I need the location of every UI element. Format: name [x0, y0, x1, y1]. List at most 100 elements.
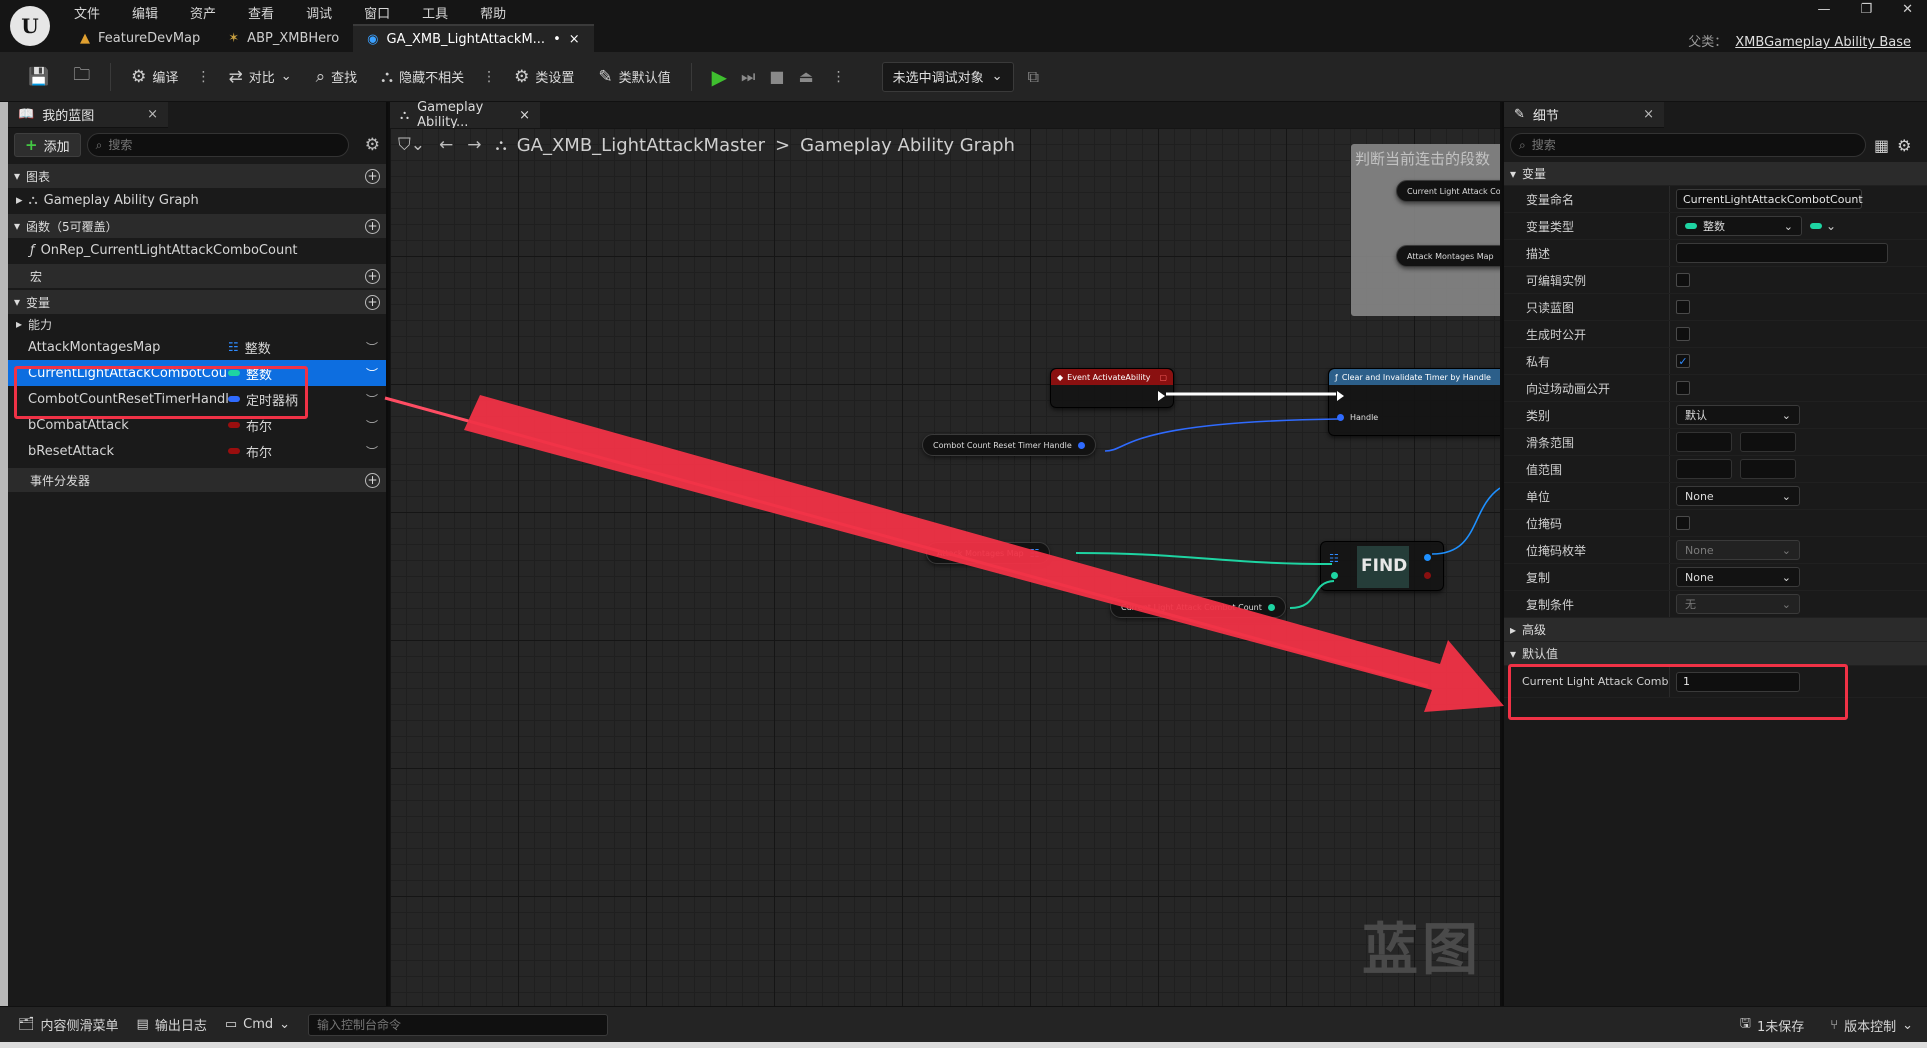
section-event-dispatchers[interactable]: 事件分发器 + — [8, 468, 386, 492]
cmd-selector[interactable]: ▭ Cmd ⌄ — [225, 1017, 290, 1032]
doc-tab-ga-lightattack[interactable]: ◉ GA_XMB_LightAttackM... • × — [353, 24, 594, 52]
class-defaults-button[interactable]: ✎ 类默认值 — [588, 60, 680, 94]
doc-tab-abp-xmbhero[interactable]: ✶ ABP_XMBHero — [214, 24, 353, 52]
instance-editable-checkbox[interactable] — [1676, 273, 1690, 287]
play-options-icon[interactable]: ⋮ — [828, 69, 850, 85]
menu-tools[interactable]: 工具 — [422, 3, 448, 22]
debug-target-select[interactable]: 未选中调试对象 ⌄ — [881, 61, 1014, 92]
output-log-button[interactable]: ▤ 输出日志 — [137, 1015, 207, 1034]
blueprint-graph[interactable]: ⛉⌄ ← → ⛬ GA_XMB_LightAttackMaster > Game… — [390, 128, 1500, 1006]
variable-node[interactable]: Attack Montages Map ☷ — [926, 542, 1051, 564]
variable-row[interactable]: AttackMontagesMap ☷ 整数 ︶ — [8, 334, 386, 360]
section-variable[interactable]: ▾ 变量 — [1504, 162, 1927, 186]
bitmask-enum-dropdown[interactable]: None ⌄ — [1676, 540, 1800, 560]
menu-edit[interactable]: 编辑 — [132, 3, 158, 22]
key-pin[interactable] — [1331, 572, 1338, 579]
function-node[interactable]: ƒ Clear and Invalidate Timer by Handle H… — [1328, 368, 1500, 436]
minimize-icon[interactable]: — — [1817, 2, 1830, 17]
compile-button[interactable]: ⚙ 编译 — [121, 60, 188, 94]
console-command-input[interactable] — [308, 1013, 609, 1036]
output-pin[interactable] — [1077, 441, 1085, 449]
variable-node[interactable]: Attack Montages Map ☷ — [1396, 245, 1500, 267]
find-node[interactable]: ☷ FIND — [1320, 541, 1444, 591]
grid-view-icon[interactable]: ▦ — [1874, 136, 1889, 155]
find-button[interactable]: ⌕ 查找 — [306, 60, 368, 94]
close-icon[interactable]: × — [1643, 107, 1654, 122]
eye-closed-icon[interactable]: ︶ — [366, 391, 378, 408]
unsaved-button[interactable]: 🖫 1未保存 — [1740, 1014, 1804, 1036]
units-dropdown[interactable]: None ⌄ — [1676, 486, 1800, 506]
parent-class-link[interactable]: XMBGameplay Ability Base — [1735, 35, 1911, 50]
section-advanced[interactable]: ▸ 高级 — [1504, 618, 1927, 642]
event-node[interactable]: ◆ Event ActivateAbility ▢ — [1050, 368, 1174, 408]
menu-file[interactable]: 文件 — [74, 3, 100, 22]
tab-my-blueprint[interactable]: 📖 我的蓝图 × — [8, 102, 168, 128]
value-pin[interactable] — [1424, 554, 1431, 561]
replication-condition-dropdown[interactable]: 无 ⌄ — [1676, 594, 1800, 614]
restore-icon[interactable]: ❐ — [1860, 2, 1872, 17]
map-pin-icon[interactable]: ☷ — [1329, 552, 1339, 565]
graph-item[interactable]: ▸ ⛬ Gameplay Ability Graph — [8, 188, 386, 212]
section-default-value[interactable]: ▾ 默认值 — [1504, 642, 1927, 666]
gear-icon[interactable]: ⚙ — [365, 135, 380, 155]
more-options-icon[interactable]: ⋮ — [478, 69, 500, 85]
handle-pin[interactable] — [1337, 414, 1344, 421]
menu-help[interactable]: 帮助 — [480, 3, 506, 22]
search-input[interactable] — [108, 138, 340, 152]
close-icon[interactable]: × — [519, 108, 530, 123]
slider-max-field[interactable] — [1740, 432, 1796, 452]
add-circle-icon[interactable]: + — [365, 168, 380, 184]
browse-button[interactable]: 🗀 — [63, 60, 100, 94]
section-variables[interactable]: ▾ 变量 + — [8, 290, 386, 314]
section-graphs[interactable]: ▾ 图表 + — [8, 164, 386, 188]
forward-arrow-icon[interactable]: → — [467, 135, 481, 155]
comment-box[interactable]: 判断当前连击的段数 — [1351, 144, 1500, 316]
variable-node[interactable]: Current Light Attack Combot Count — [1110, 596, 1286, 618]
eye-closed-icon[interactable]: ︶ — [366, 417, 378, 434]
expose-cinematics-checkbox[interactable] — [1676, 381, 1690, 395]
variable-node[interactable]: Combot Count Reset Timer Handle — [922, 434, 1096, 456]
variable-type-dropdown[interactable]: 整数 ⌄ — [1676, 216, 1802, 236]
value-min-field[interactable] — [1676, 459, 1732, 479]
container-type-dropdown[interactable]: ⌄ — [1810, 219, 1836, 233]
search-input[interactable] — [1531, 138, 1857, 152]
breadcrumb-root[interactable]: GA_XMB_LightAttackMaster — [517, 135, 765, 156]
eye-closed-icon[interactable]: ︶ — [366, 443, 378, 460]
add-circle-icon[interactable]: + — [365, 218, 380, 234]
play-icon[interactable]: ▶ — [712, 65, 727, 89]
private-checkbox[interactable]: ✓ — [1676, 354, 1690, 368]
add-circle-icon[interactable]: + — [365, 472, 380, 488]
section-functions[interactable]: ▾ 函数（5可覆盖） + — [8, 214, 386, 238]
exec-in-pin[interactable] — [1337, 391, 1344, 401]
found-pin[interactable] — [1424, 572, 1431, 579]
back-arrow-icon[interactable]: ← — [439, 135, 453, 155]
tab-details[interactable]: ✎ 细节 × — [1504, 102, 1664, 128]
eye-closed-icon[interactable]: ︶ — [366, 365, 378, 382]
description-field[interactable] — [1676, 243, 1888, 263]
eye-closed-icon[interactable]: ︶ — [366, 339, 378, 356]
eject-icon[interactable]: ⏏ — [799, 67, 814, 86]
add-circle-icon[interactable]: + — [365, 268, 380, 284]
stop-icon[interactable]: ■ — [769, 67, 784, 86]
content-drawer-button[interactable]: 🗂 内容侧滑菜单 — [18, 1015, 119, 1034]
unreal-logo-icon[interactable]: U — [10, 6, 50, 46]
expose-on-spawn-checkbox[interactable] — [1676, 327, 1690, 341]
close-icon[interactable]: × — [147, 107, 158, 122]
tab-gameplay-ability-graph[interactable]: ⛬ Gameplay Ability... × — [390, 100, 540, 130]
diff-button[interactable]: ⇄ 对比 ⌄ — [218, 60, 301, 94]
close-window-icon[interactable]: ✕ — [1902, 2, 1913, 17]
step-icon[interactable]: ⏭ — [741, 67, 755, 87]
function-item[interactable]: ƒ OnRep_CurrentLightAttackComboCount — [8, 238, 386, 262]
menu-debug[interactable]: 调试 — [306, 3, 332, 22]
bookmark-icon[interactable]: ⛉⌄ — [398, 135, 425, 155]
slider-min-field[interactable] — [1676, 432, 1732, 452]
add-circle-icon[interactable]: + — [365, 294, 380, 310]
category-dropdown[interactable]: 默认 ⌄ — [1676, 405, 1800, 425]
save-button[interactable]: 💾 — [18, 60, 59, 94]
category-ability[interactable]: ▸ 能力 — [8, 314, 386, 334]
class-settings-button[interactable]: ⚙ 类设置 — [504, 60, 584, 94]
gear-icon[interactable]: ⚙ — [1897, 136, 1911, 155]
output-pin[interactable] — [1267, 603, 1275, 611]
replication-dropdown[interactable]: None ⌄ — [1676, 567, 1800, 587]
exec-out-pin[interactable] — [1158, 391, 1165, 401]
